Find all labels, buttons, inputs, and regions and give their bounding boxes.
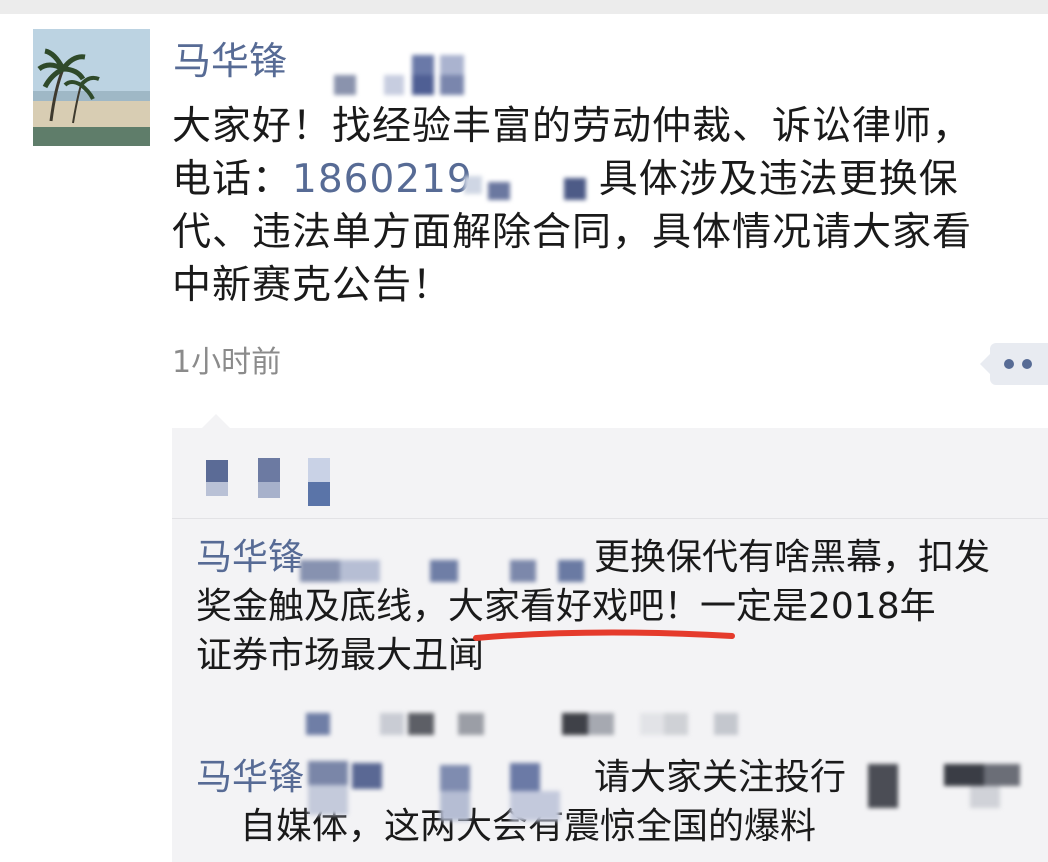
- comment-author-name[interactable]: 马华锋: [196, 757, 304, 798]
- post-text-line: 中新赛克公告！: [172, 263, 453, 308]
- comment-like-menu-button[interactable]: [980, 343, 1048, 385]
- post-author-name[interactable]: 马华锋: [173, 36, 287, 86]
- comment-text-segment: 请大家关注投行: [594, 757, 847, 798]
- post-text-line: 代、违法单方面解除合同，具体情况请大家看: [172, 210, 973, 255]
- pixelated-mask: [300, 45, 500, 95]
- dot-icon: [1004, 359, 1014, 369]
- dot-icon: [1022, 359, 1032, 369]
- post-text-line: 大家好！找经验丰富的劳动仲裁、诉讼律师，: [172, 104, 973, 149]
- pixelated-mask: [300, 705, 760, 745]
- phone-number[interactable]: 1860219: [292, 157, 473, 202]
- pixelated-mask: [860, 760, 1030, 820]
- post-text: 大家好！找经验丰富的劳动仲裁、诉讼律师， 电话：1860219 具体涉及违法更换保…: [172, 100, 1032, 312]
- pixelated-mask: [300, 550, 600, 590]
- pixelated-mask: [460, 170, 600, 210]
- post-text-line: 电话：1860219 具体涉及违法更换保: [172, 153, 1032, 206]
- pixelated-likes-avatars: [206, 458, 330, 506]
- post-text-segment: 电话：: [172, 157, 293, 202]
- avatar-image: [33, 29, 150, 146]
- comment-text-segment: 更换保代有啥黑幕，扣发: [594, 537, 991, 578]
- avatar[interactable]: [33, 29, 150, 146]
- post-text-segment: 具体涉及违法更换保: [598, 157, 959, 202]
- likes-row: [172, 428, 1048, 519]
- red-underline-annotation: [473, 629, 735, 641]
- pixelated-mask: [290, 755, 590, 835]
- comment-author-name[interactable]: 马华锋: [196, 537, 304, 578]
- post-timestamp: 1小时前: [172, 345, 282, 380]
- status-bar-strip: [0, 0, 1048, 14]
